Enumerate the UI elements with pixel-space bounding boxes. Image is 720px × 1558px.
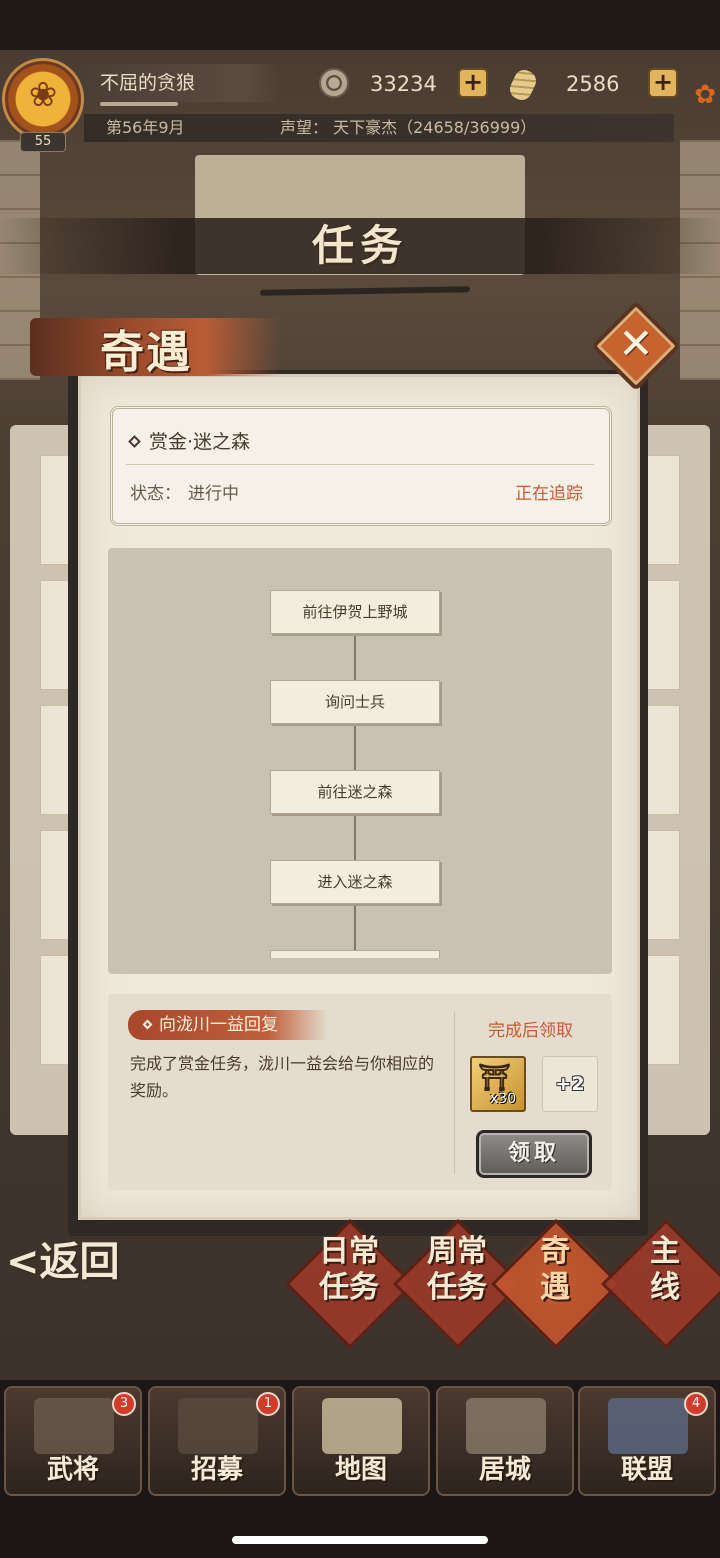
- nav-alliance-badge: 4: [684, 1392, 708, 1416]
- modal-title: 奇遇: [100, 327, 192, 378]
- nav-castle-label: 居城: [478, 1455, 531, 1485]
- quest-step: 前往迷之森: [270, 770, 440, 814]
- divider: [454, 1012, 455, 1174]
- quest-step: 前往伊贺上野城: [270, 590, 440, 634]
- reward-more-count: +2: [555, 1073, 585, 1095]
- home-indicator[interactable]: [232, 1536, 488, 1544]
- maple-leaf-icon: ✿: [694, 80, 716, 110]
- tracking-toggle[interactable]: 正在追踪: [515, 481, 583, 507]
- back-button[interactable]: <返回: [6, 1232, 120, 1292]
- coin-icon: [319, 68, 349, 98]
- status-label: 状态：: [130, 484, 181, 504]
- quest-step: 进入迷之森: [270, 860, 440, 904]
- scroll-map-icon: [322, 1398, 402, 1454]
- reward-item-count: x30: [490, 1091, 517, 1107]
- reward-after-label: 完成后领取: [488, 1021, 573, 1041]
- close-icon[interactable]: ✕: [604, 312, 668, 376]
- add-coins-button[interactable]: +: [458, 68, 488, 98]
- nav-recruit-badge: 1: [256, 1392, 280, 1416]
- reward-tag: 向泷川一益回复: [142, 1010, 278, 1040]
- tab-encounter[interactable]: 奇 遇: [500, 1234, 610, 1306]
- quest-step-partial: [270, 950, 440, 958]
- katana-rack-icon: [178, 1398, 258, 1454]
- nav-alliance-label: 联盟: [620, 1455, 673, 1485]
- game-date: 第56年9月: [106, 118, 185, 137]
- diamond-icon: [128, 435, 141, 448]
- nav-generals-label: 武将: [46, 1455, 99, 1485]
- tab-main[interactable]: 主 线: [610, 1234, 720, 1306]
- clan-crest-icon: ❀: [28, 75, 58, 115]
- reward-description: 完成了赏金任务，泷川一益会给与你相应的奖励。: [130, 1054, 435, 1100]
- quest-header-card: [110, 406, 612, 526]
- quest-name: 赏金·迷之森: [128, 428, 251, 456]
- food-value: 2586: [566, 72, 620, 96]
- samurai-helmet-icon: [34, 1398, 114, 1454]
- level-badge: 55: [20, 132, 66, 152]
- exp-bar: [100, 102, 178, 106]
- quest-name-text: 赏金·迷之森: [149, 431, 251, 453]
- coin-value: 33234: [370, 72, 437, 96]
- add-food-button[interactable]: +: [648, 68, 678, 98]
- page-title: 任务: [311, 221, 408, 270]
- claim-button[interactable]: 领取: [476, 1130, 592, 1178]
- castle-icon: [466, 1398, 546, 1454]
- nav-map-label: 地图: [334, 1455, 387, 1485]
- diamond-icon: [142, 1019, 153, 1030]
- status-value: 进行中: [188, 484, 239, 504]
- nav-recruit-label: 招募: [190, 1455, 243, 1485]
- tab-weekly[interactable]: 周常 任务: [402, 1234, 512, 1306]
- divider: [126, 464, 594, 465]
- player-name: 不屈的贪狼: [100, 72, 196, 94]
- player-avatar[interactable]: ❀ 55: [2, 58, 84, 152]
- top-strip: [0, 0, 720, 50]
- tab-daily[interactable]: 日常 任务: [294, 1234, 404, 1306]
- quest-step: 询问士兵: [270, 680, 440, 724]
- nav-generals-badge: 3: [112, 1392, 136, 1416]
- prestige-text: 声望： 天下豪杰（24658/36999）: [280, 118, 537, 137]
- reward-tag-text: 向泷川一益回复: [159, 1015, 278, 1035]
- alliance-flags-icon: [608, 1398, 688, 1454]
